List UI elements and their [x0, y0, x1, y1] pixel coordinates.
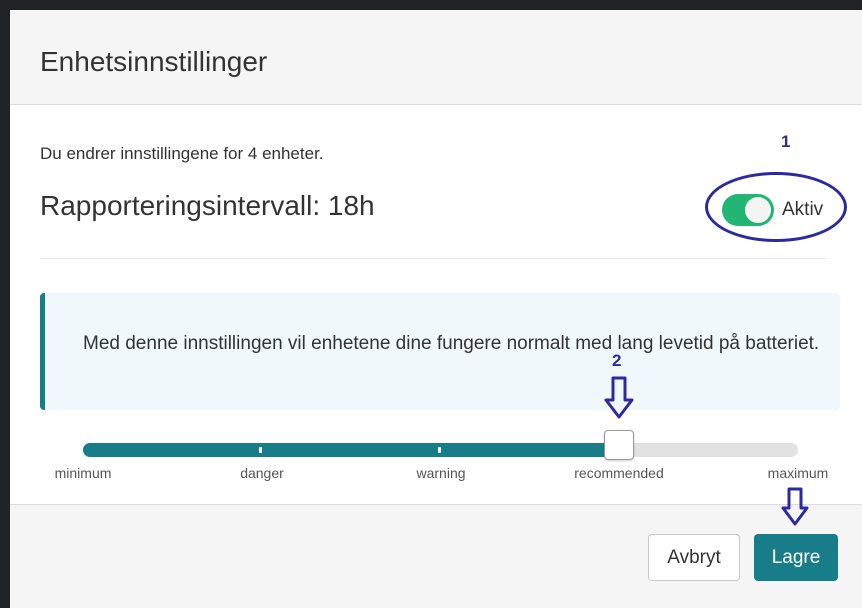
interval-title: Rapporteringsintervall: 18h: [40, 190, 375, 221]
annotation-marker-2: 2: [612, 351, 622, 370]
interval-slider-fill: [83, 443, 620, 457]
cancel-button[interactable]: Avbryt: [648, 534, 740, 581]
slider-label-minimum: minimum: [54, 465, 112, 481]
dialog-header: Enhetsinnstillinger: [10, 10, 862, 105]
backdrop-edge: [0, 0, 10, 608]
annotation-arrow-down-icon: [781, 487, 809, 526]
section-divider: [40, 258, 826, 259]
slider-tick-danger: [259, 447, 262, 453]
slider-label-recommended: recommended: [574, 465, 664, 481]
info-box: Med denne innstillingen vil enhetene din…: [40, 293, 840, 410]
slider-tick-warning: [438, 447, 441, 453]
save-button[interactable]: Lagre: [754, 534, 838, 581]
backdrop: [0, 0, 862, 10]
annotation-arrow-down-icon: [604, 376, 634, 419]
dialog-title: Enhetsinnstillinger: [40, 46, 268, 77]
slider-label-maximum: maximum: [767, 465, 829, 481]
slider-label-danger: danger: [240, 465, 284, 481]
device-settings-dialog: Enhetsinnstillinger Du endrer innstillin…: [10, 10, 862, 608]
dialog-subtitle: Du endrer innstillingene for 4 enheter.: [40, 144, 324, 163]
info-text: Med denne innstillingen vil enhetene din…: [83, 333, 820, 354]
annotation-marker-1: 1: [781, 132, 791, 151]
annotation-ellipse: [705, 172, 847, 242]
slider-label-warning: warning: [416, 465, 466, 481]
interval-slider-track[interactable]: [83, 443, 798, 457]
interval-slider-handle[interactable]: [604, 430, 635, 460]
